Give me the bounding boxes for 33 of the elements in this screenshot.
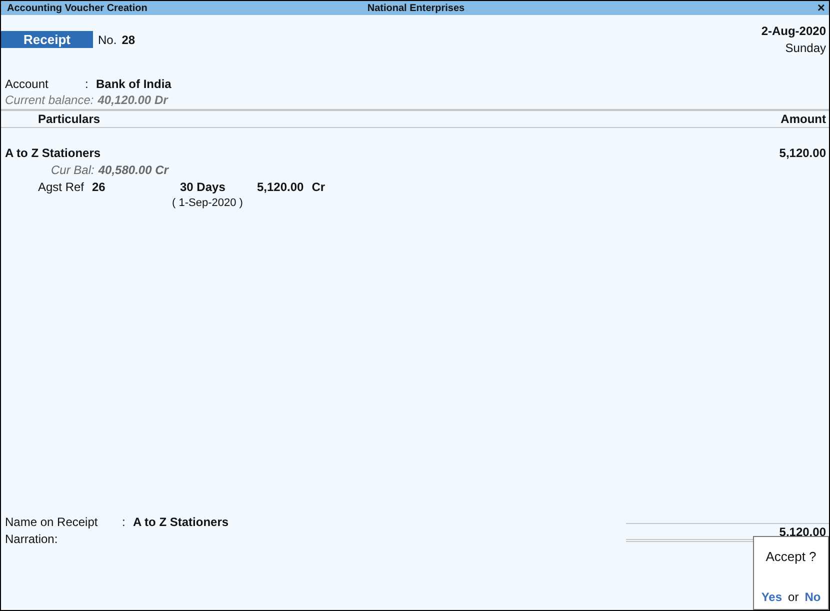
bill-ref: 26 xyxy=(92,180,106,194)
dialog-question: Accept ? xyxy=(766,549,816,564)
close-button[interactable]: × xyxy=(817,1,825,15)
voucher-day: Sunday xyxy=(785,41,826,55)
ledger-name[interactable]: A to Z Stationers xyxy=(5,146,101,160)
column-header: Particulars xyxy=(38,112,100,126)
due-date: ( 1-Sep-2020 ) xyxy=(172,197,243,209)
account-label: Account xyxy=(5,77,50,91)
balance-label: Current balance: xyxy=(5,93,94,107)
account-separator: : xyxy=(85,77,90,91)
bill-side: Cr xyxy=(312,180,326,194)
cur-bal-label: Cur Bal: xyxy=(51,163,94,177)
account-value[interactable]: Bank of India xyxy=(96,77,172,91)
number-label: No. xyxy=(98,32,117,46)
ledger-amount: 5,120.00 xyxy=(779,146,826,160)
balance-value: 40,120.00 Dr xyxy=(98,93,168,107)
or-text: or xyxy=(788,590,799,604)
credit-period: 30 Days xyxy=(180,180,226,194)
company-name: National Enterprises xyxy=(367,2,465,14)
name-label: Name on Receipt xyxy=(5,515,99,529)
yes-link[interactable]: Yes xyxy=(761,590,782,604)
bill-type: Agst Ref xyxy=(38,180,86,194)
window-title: Accounting Voucher Creation xyxy=(7,2,148,14)
voucher-date: 2-Aug-2020 xyxy=(761,24,826,38)
column-header: Amount xyxy=(780,112,826,126)
bill-amount: 5,120.00 xyxy=(257,180,304,194)
narration-label: Narration: xyxy=(5,532,59,546)
name-value[interactable]: A to Z Stationers xyxy=(133,515,229,529)
voucher-type[interactable]: Receipt xyxy=(1,31,93,48)
no-link[interactable]: No xyxy=(804,590,821,604)
name-separator: : xyxy=(122,515,126,529)
voucher-number: 28 xyxy=(122,32,136,46)
cur-bal-value: 40,580.00 Cr xyxy=(98,163,168,177)
